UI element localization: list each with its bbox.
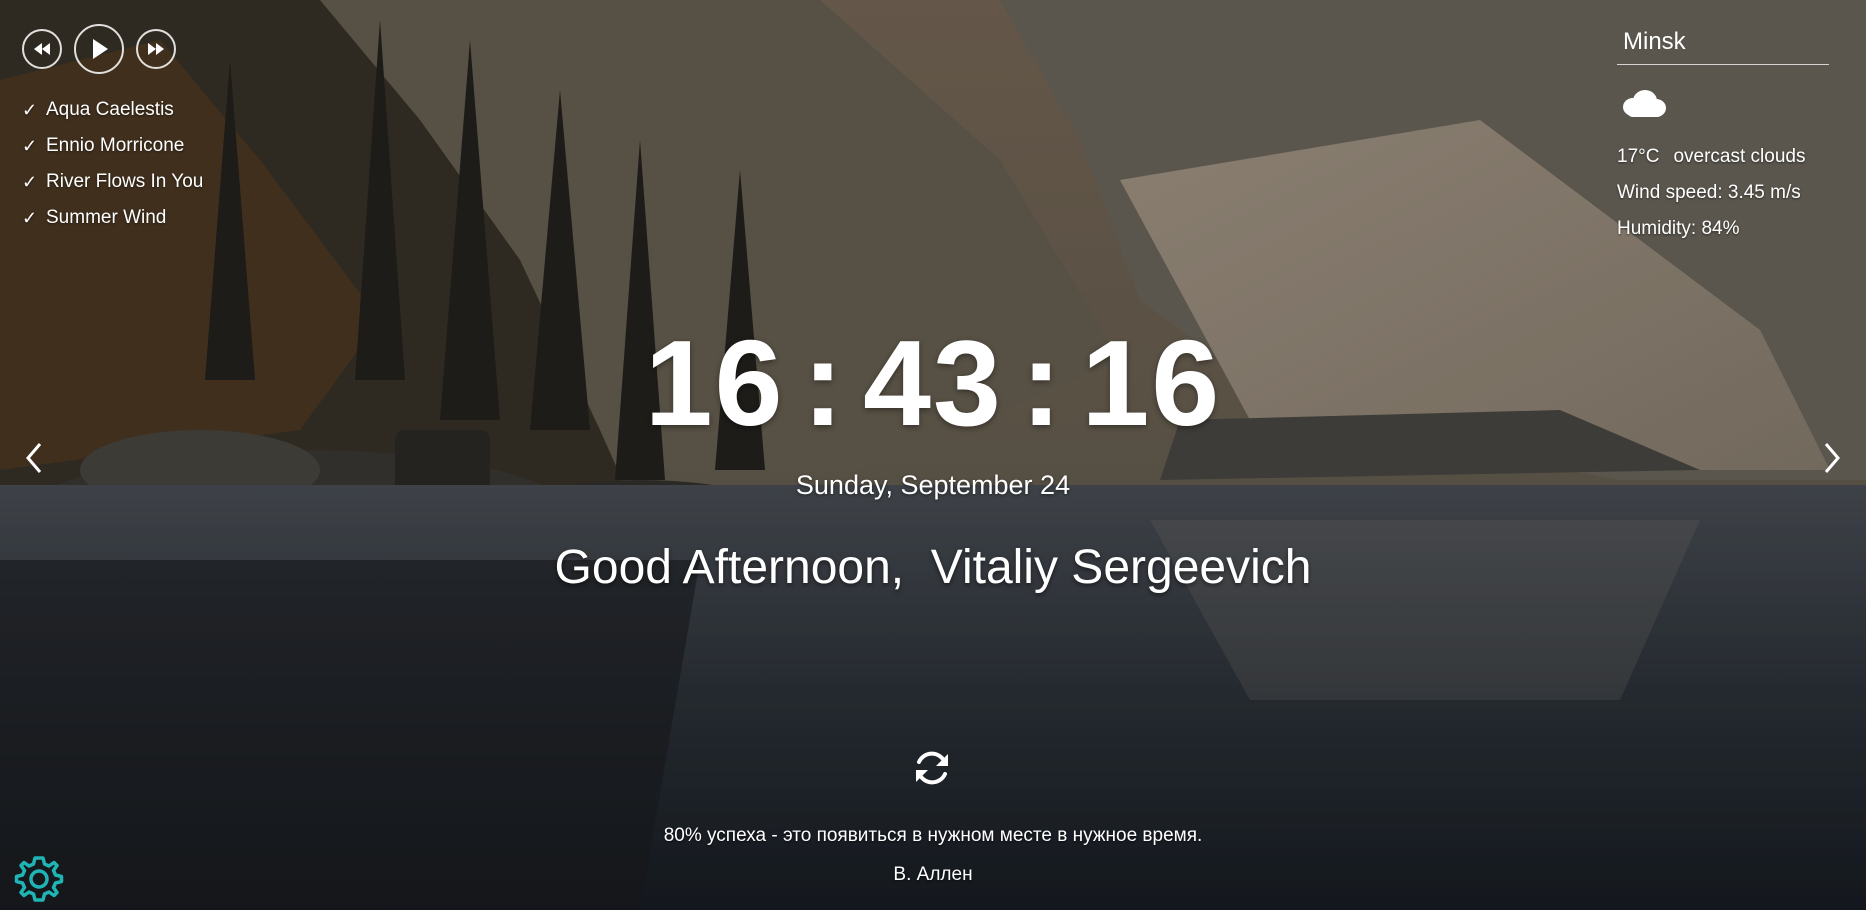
- weather-widget: 17°C overcast clouds Wind speed: 3.45 m/s…: [1617, 24, 1829, 240]
- clock-separator: :: [1020, 315, 1064, 451]
- track-title: Ennio Morricone: [46, 135, 185, 156]
- clock-hours: 16: [644, 315, 785, 451]
- rewind-button[interactable]: [22, 29, 62, 69]
- temperature: 17°C: [1617, 146, 1660, 167]
- weather-description: overcast clouds: [1673, 146, 1806, 167]
- weather-summary: 17°C overcast clouds: [1617, 146, 1829, 168]
- track-title: Summer Wind: [46, 207, 167, 228]
- clock: 16:43:16: [0, 318, 1866, 448]
- wind-speed: Wind speed: 3.45 m/s: [1617, 182, 1801, 203]
- greeting[interactable]: Good Afternoon, Vitaliy Sergeevich: [0, 540, 1866, 595]
- app-root: ✓ Aqua Caelestis ✓ Ennio Morricone ✓ Riv…: [0, 0, 1866, 910]
- track-title: River Flows In You: [46, 171, 204, 192]
- clock-separator: :: [802, 315, 846, 451]
- fast-forward-icon: [148, 43, 164, 55]
- check-icon: ✓: [22, 100, 38, 120]
- check-icon: ✓: [22, 172, 38, 192]
- playlist: ✓ Aqua Caelestis ✓ Ennio Morricone ✓ Riv…: [22, 92, 203, 236]
- clock-seconds: 16: [1081, 315, 1222, 451]
- playlist-item[interactable]: ✓ Ennio Morricone: [22, 128, 203, 164]
- audio-player: ✓ Aqua Caelestis ✓ Ennio Morricone ✓ Riv…: [22, 24, 203, 236]
- fast-forward-button[interactable]: [136, 29, 176, 69]
- humidity: Humidity: 84%: [1617, 218, 1740, 239]
- city-input[interactable]: [1617, 24, 1829, 65]
- playlist-item[interactable]: ✓ Summer Wind: [22, 200, 203, 236]
- rewind-icon: [34, 43, 50, 55]
- play-icon: [93, 39, 108, 59]
- gear-icon[interactable]: [12, 852, 66, 906]
- date: Sunday, September 24: [795, 470, 1071, 500]
- player-controls: [22, 24, 203, 74]
- quote-text: 80% успеха - это появиться в нужном мест…: [663, 825, 1203, 846]
- cloud-icon: [1623, 90, 1666, 117]
- check-icon: ✓: [22, 136, 38, 156]
- playlist-item[interactable]: ✓ Aqua Caelestis: [22, 92, 203, 128]
- clock-minutes: 43: [863, 315, 1003, 451]
- check-icon: ✓: [22, 208, 38, 228]
- playlist-item[interactable]: ✓ River Flows In You: [22, 164, 203, 200]
- refresh-icon[interactable]: [910, 746, 954, 790]
- play-button[interactable]: [74, 24, 124, 74]
- quote-author: В. Аллен: [893, 864, 973, 885]
- track-title: Aqua Caelestis: [46, 99, 174, 120]
